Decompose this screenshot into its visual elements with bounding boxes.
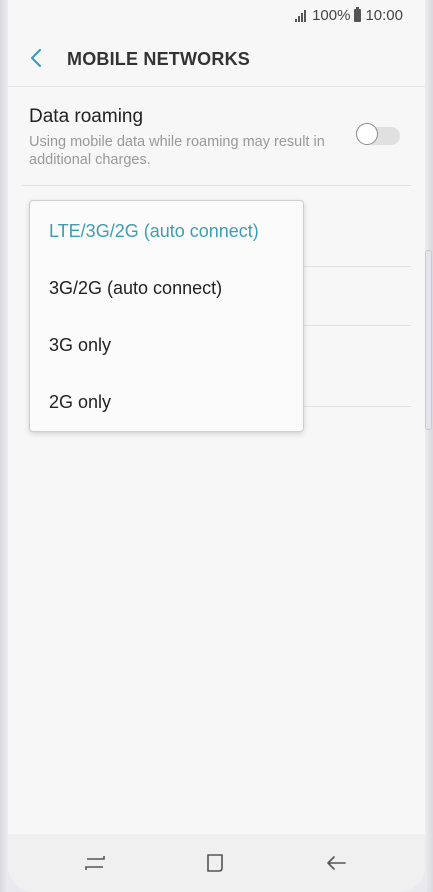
divider	[304, 325, 411, 326]
data-roaming-title: Data roaming	[29, 106, 144, 127]
phone-screen: 100% 10:00 MOBILE NETWORKS Data roaming …	[8, 0, 425, 892]
divider	[304, 266, 411, 267]
clock: 10:00	[365, 7, 403, 24]
app-bar: MOBILE NETWORKS	[8, 32, 425, 86]
battery-icon	[354, 7, 362, 22]
divider	[22, 185, 411, 186]
data-roaming-description: Using mobile data while roaming may resu…	[29, 134, 325, 168]
status-bar: 100% 10:00	[8, 0, 425, 32]
data-roaming-toggle[interactable]	[356, 123, 400, 147]
screen-edge-left	[0, 0, 8, 892]
back-arrow-icon	[327, 856, 346, 870]
recent-apps-button[interactable]	[80, 848, 110, 878]
divider	[304, 406, 411, 407]
signal-icon	[295, 9, 307, 22]
home-button[interactable]	[200, 848, 230, 878]
battery-percent: 100%	[312, 7, 351, 24]
menu-item-3g-2g[interactable]: 3G/2G (auto connect)	[30, 259, 303, 317]
menu-item-3g-only[interactable]: 3G only	[30, 316, 303, 374]
toggle-knob	[356, 123, 378, 145]
data-roaming-row[interactable]: Data roaming Using mobile data while roa…	[8, 96, 425, 186]
navigation-bar	[8, 834, 425, 892]
home-icon	[207, 854, 223, 872]
header-divider	[8, 86, 425, 87]
page-title: MOBILE NETWORKS	[67, 49, 250, 69]
edge-panel-handle[interactable]	[425, 250, 432, 430]
nav-back-button[interactable]	[321, 848, 351, 878]
menu-item-lte-3g-2g[interactable]: LTE/3G/2G (auto connect)	[30, 202, 303, 260]
screen-edge-right	[425, 0, 433, 892]
network-mode-menu: LTE/3G/2G (auto connect) 3G/2G (auto con…	[29, 200, 304, 432]
menu-item-2g-only[interactable]: 2G only	[30, 373, 303, 431]
chevron-left-icon	[30, 48, 42, 68]
recent-apps-icon	[85, 856, 105, 870]
back-button[interactable]	[22, 44, 50, 72]
